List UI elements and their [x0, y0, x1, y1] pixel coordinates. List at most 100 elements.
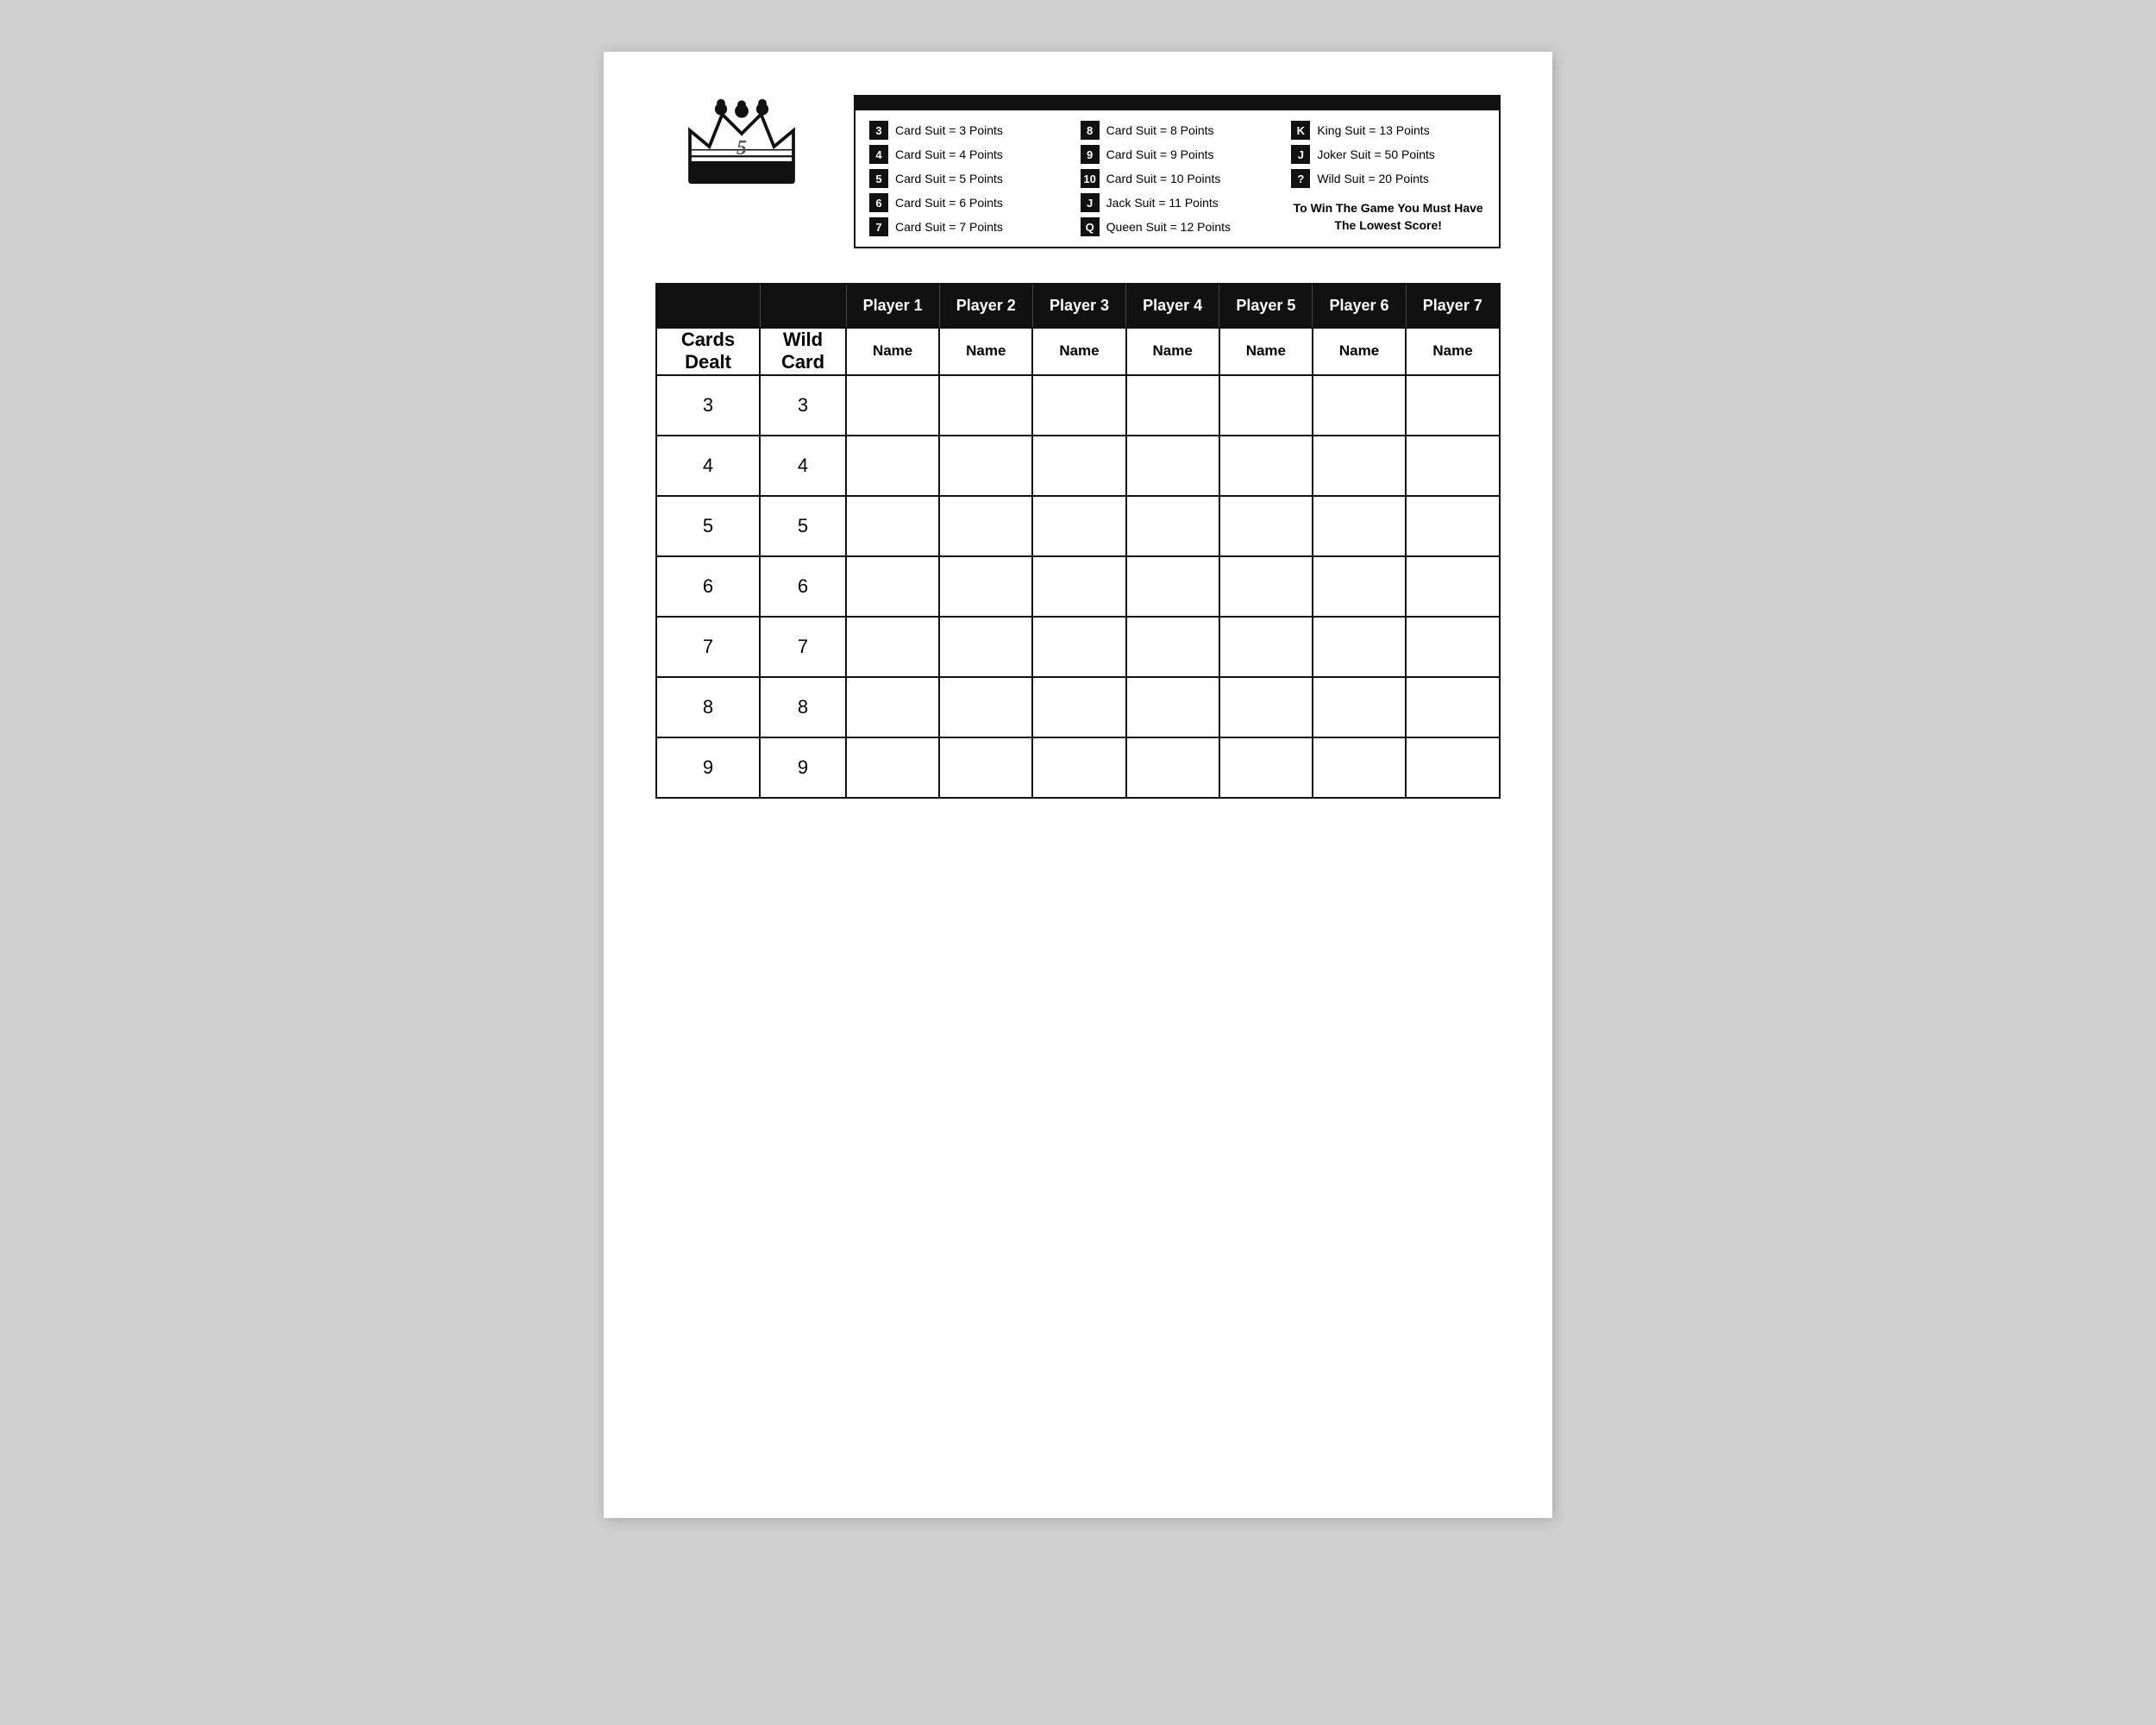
- score-row: QQueen Suit = 12 Points: [1081, 217, 1275, 236]
- score-cell-row2-player7[interactable]: [1406, 436, 1500, 496]
- card-badge: K: [1291, 121, 1310, 140]
- score-tbody: 33445566778899: [656, 375, 1500, 798]
- player-3-name[interactable]: Name: [1032, 328, 1125, 375]
- cards-dealt-value: 9: [656, 737, 760, 798]
- score-cell-row5-player6[interactable]: [1313, 617, 1406, 677]
- score-text: Card Suit = 7 Points: [895, 220, 1003, 234]
- player-3-header: Player 3: [1032, 284, 1125, 328]
- score-cell-row1-player2[interactable]: [939, 375, 1032, 436]
- score-cell-row3-player1[interactable]: [846, 496, 939, 556]
- score-cell-row5-player5[interactable]: [1219, 617, 1313, 677]
- name-row: CardsDealt WildCard NameNameNameNameName…: [656, 328, 1500, 375]
- score-cell-row1-player4[interactable]: [1126, 375, 1219, 436]
- score-cell-row7-player2[interactable]: [939, 737, 1032, 798]
- score-cell-row5-player1[interactable]: [846, 617, 939, 677]
- logo-area: 5: [655, 95, 828, 202]
- score-cell-row5-player7[interactable]: [1406, 617, 1500, 677]
- svg-text:5: 5: [736, 137, 747, 160]
- score-cell-row6-player4[interactable]: [1126, 677, 1219, 737]
- score-cell-row2-player3[interactable]: [1032, 436, 1125, 496]
- score-cell-row1-player7[interactable]: [1406, 375, 1500, 436]
- score-col-3: K King Suit = 13 Points JJoker Suit = 50 P…: [1291, 121, 1485, 236]
- crown-logo-icon: 5: [673, 95, 811, 198]
- score-cell-row3-player5[interactable]: [1219, 496, 1313, 556]
- score-cell-row4-player7[interactable]: [1406, 556, 1500, 617]
- score-cell-row6-player7[interactable]: [1406, 677, 1500, 737]
- score-cell-row7-player3[interactable]: [1032, 737, 1125, 798]
- score-text: Card Suit = 5 Points: [895, 172, 1003, 185]
- score-row: 5 Card Suit = 5 Points: [869, 169, 1063, 188]
- score-cell-row5-player4[interactable]: [1126, 617, 1219, 677]
- score-cell-row7-player6[interactable]: [1313, 737, 1406, 798]
- score-cell-row2-player2[interactable]: [939, 436, 1032, 496]
- score-cell-row6-player3[interactable]: [1032, 677, 1125, 737]
- score-cell-row1-player6[interactable]: [1313, 375, 1406, 436]
- score-cell-row4-player3[interactable]: [1032, 556, 1125, 617]
- score-cell-row2-player4[interactable]: [1126, 436, 1219, 496]
- score-cell-row3-player4[interactable]: [1126, 496, 1219, 556]
- score-row: 8Card Suit = 8 Points: [1081, 121, 1275, 140]
- score-text: King Suit = 13 Points: [1317, 123, 1429, 137]
- score-table-wrapper: Player 1Player 2Player 3Player 4Player 5…: [655, 283, 1501, 799]
- score-row: K King Suit = 13 Points: [1291, 121, 1485, 140]
- player-6-name[interactable]: Name: [1313, 328, 1406, 375]
- score-cell-row4-player5[interactable]: [1219, 556, 1313, 617]
- player-7-name[interactable]: Name: [1406, 328, 1500, 375]
- table-row: 99: [656, 737, 1500, 798]
- score-cell-row5-player3[interactable]: [1032, 617, 1125, 677]
- score-row: JJoker Suit = 50 Points: [1291, 145, 1485, 164]
- cards-dealt-value: 4: [656, 436, 760, 496]
- score-cell-row4-player1[interactable]: [846, 556, 939, 617]
- card-badge: J: [1081, 193, 1100, 212]
- player-5-name[interactable]: Name: [1219, 328, 1313, 375]
- player-4-name[interactable]: Name: [1126, 328, 1219, 375]
- score-cell-row1-player1[interactable]: [846, 375, 939, 436]
- header-empty-1: [656, 284, 760, 328]
- score-row: JJack Suit = 11 Points: [1081, 193, 1275, 212]
- score-cell-row3-player6[interactable]: [1313, 496, 1406, 556]
- score-cell-row3-player7[interactable]: [1406, 496, 1500, 556]
- player-1-name[interactable]: Name: [846, 328, 939, 375]
- score-row: 7Card Suit = 7 Points: [869, 217, 1063, 236]
- score-cell-row7-player5[interactable]: [1219, 737, 1313, 798]
- score-cell-row2-player5[interactable]: [1219, 436, 1313, 496]
- cards-dealt-label: CardsDealt: [656, 328, 760, 375]
- score-cell-row7-player7[interactable]: [1406, 737, 1500, 798]
- score-cell-row4-player6[interactable]: [1313, 556, 1406, 617]
- card-badge: 9: [1081, 145, 1100, 164]
- cards-dealt-value: 3: [656, 375, 760, 436]
- card-badge: 6: [869, 193, 888, 212]
- score-guide-body: 3Card Suit = 3 Points4Card Suit = 4 Poin…: [856, 110, 1499, 247]
- score-cell-row6-player1[interactable]: [846, 677, 939, 737]
- wild-card-value: 4: [760, 436, 846, 496]
- card-badge: ?: [1291, 169, 1310, 188]
- score-cell-row7-player1[interactable]: [846, 737, 939, 798]
- card-badge: 4: [869, 145, 888, 164]
- score-cell-row1-player5[interactable]: [1219, 375, 1313, 436]
- score-cell-row5-player2[interactable]: [939, 617, 1032, 677]
- card-badge: 10: [1081, 169, 1100, 188]
- score-row: 9 Card Suit = 9 Points: [1081, 145, 1275, 164]
- score-cell-row3-player3[interactable]: [1032, 496, 1125, 556]
- player-2-name[interactable]: Name: [939, 328, 1032, 375]
- score-cell-row6-player6[interactable]: [1313, 677, 1406, 737]
- score-text: Card Suit = 9 Points: [1106, 147, 1214, 161]
- score-row: ?Wild Suit = 20 Points: [1291, 169, 1485, 188]
- wild-card-value: 7: [760, 617, 846, 677]
- card-badge: 5: [869, 169, 888, 188]
- card-badge: J: [1291, 145, 1310, 164]
- score-cell-row3-player2[interactable]: [939, 496, 1032, 556]
- score-cell-row6-player5[interactable]: [1219, 677, 1313, 737]
- score-cell-row7-player4[interactable]: [1126, 737, 1219, 798]
- cards-dealt-value: 7: [656, 617, 760, 677]
- score-row: 4Card Suit = 4 Points: [869, 145, 1063, 164]
- wild-card-value: 6: [760, 556, 846, 617]
- score-cell-row4-player4[interactable]: [1126, 556, 1219, 617]
- score-cell-row1-player3[interactable]: [1032, 375, 1125, 436]
- wild-card-value: 8: [760, 677, 846, 737]
- score-cell-row2-player6[interactable]: [1313, 436, 1406, 496]
- score-cell-row4-player2[interactable]: [939, 556, 1032, 617]
- score-cell-row2-player1[interactable]: [846, 436, 939, 496]
- score-cell-row6-player2[interactable]: [939, 677, 1032, 737]
- table-row: 55: [656, 496, 1500, 556]
